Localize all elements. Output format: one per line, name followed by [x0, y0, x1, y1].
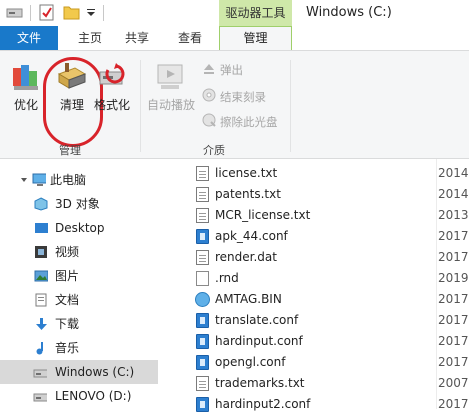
erase-disc-icon — [202, 113, 216, 127]
blank-file-icon — [196, 271, 209, 286]
text-file-icon — [196, 187, 209, 202]
tab-share[interactable]: 共享 — [113, 26, 161, 50]
quick-access-drive-icon[interactable] — [6, 5, 24, 21]
properties-icon[interactable] — [39, 4, 55, 21]
customize-toolbar-icon[interactable] — [85, 6, 97, 18]
file-row[interactable]: hardinput2.conf 2017, — [190, 394, 469, 415]
drive-icon — [33, 369, 47, 378]
drive-icon — [33, 393, 47, 402]
new-folder-icon[interactable] — [63, 4, 80, 20]
tab-view[interactable]: 查看 — [166, 26, 214, 50]
autoplay-button[interactable]: 自动播放 — [144, 96, 198, 113]
finish-burn-icon — [202, 88, 216, 102]
pictures-icon — [34, 270, 48, 282]
video-icon — [35, 246, 47, 258]
toolbar-divider — [30, 5, 31, 21]
format-icon — [99, 63, 125, 85]
optimize-icon — [13, 65, 38, 90]
group-divider — [290, 60, 291, 152]
conf-file-icon — [196, 397, 209, 412]
nav-item-music[interactable]: 音乐 — [0, 336, 158, 360]
nav-item-videos[interactable]: 视频 — [0, 240, 158, 264]
conf-file-icon — [196, 313, 209, 328]
text-file-icon — [196, 208, 209, 223]
nav-item-pictures[interactable]: 图片 — [0, 264, 158, 288]
toolbar-divider — [103, 5, 104, 21]
window-title: Windows (C:) — [306, 5, 392, 20]
file-row[interactable]: hardinput.conf 2017, — [190, 331, 469, 352]
file-row[interactable]: patents.txt 2014, — [190, 184, 469, 205]
file-row[interactable]: translate.conf 2017, — [190, 310, 469, 331]
erase-disc-button[interactable]: 擦除此光盘 — [220, 114, 278, 130]
conf-file-icon — [196, 334, 209, 349]
nav-item-documents[interactable]: 文档 — [0, 288, 158, 312]
nav-item-downloads[interactable]: 下载 — [0, 312, 158, 336]
media-group-label: 介质 — [203, 144, 225, 157]
conf-file-icon — [196, 229, 209, 244]
download-icon — [36, 318, 47, 330]
nav-item-windows-c[interactable]: Windows (C:) — [0, 360, 158, 384]
eject-icon — [204, 64, 214, 74]
nav-item-3d-objects[interactable]: 3D 对象 — [0, 192, 158, 216]
text-file-icon — [196, 166, 209, 181]
file-row[interactable]: AMTAG.BIN 2017, — [190, 289, 469, 310]
3d-objects-icon — [34, 197, 48, 211]
desktop-icon — [35, 223, 48, 233]
file-row[interactable]: opengl.conf 2017, — [190, 352, 469, 373]
nav-item-lenovo-d[interactable]: LENOVO (D:) — [0, 384, 158, 408]
optimize-button[interactable]: 优化 — [8, 96, 44, 113]
conf-file-icon — [196, 355, 209, 370]
file-row[interactable]: trademarks.txt 2007, — [190, 373, 469, 394]
tab-manage[interactable]: 管理 — [219, 26, 292, 50]
file-row[interactable]: license.txt 2014, — [190, 163, 469, 184]
computer-icon — [32, 173, 46, 186]
eject-button[interactable]: 弹出 — [220, 62, 243, 78]
file-row[interactable]: .rnd 2019, — [190, 268, 469, 289]
drive-tools-contextual-tab: 驱动器工具 — [219, 0, 292, 26]
manage-group-label: 管理 — [59, 144, 81, 157]
tab-file[interactable]: 文件 — [0, 26, 58, 50]
tab-home[interactable]: 主页 — [66, 26, 114, 50]
file-row[interactable]: render.dat 2017, — [190, 247, 469, 268]
group-divider — [140, 60, 141, 152]
music-icon — [36, 342, 43, 355]
file-row[interactable]: MCR_license.txt 2013, — [190, 205, 469, 226]
file-row[interactable]: apk_44.conf 2017, — [190, 226, 469, 247]
text-file-icon — [196, 250, 209, 265]
format-button[interactable]: 格式化 — [92, 96, 132, 113]
text-file-icon — [196, 376, 209, 391]
autoplay-icon — [157, 64, 183, 89]
nav-item-this-pc[interactable]: 此电脑 — [0, 168, 158, 192]
bin-file-icon — [195, 292, 210, 307]
finish-burn-button[interactable]: 结束刻录 — [220, 89, 266, 105]
documents-icon — [35, 293, 47, 307]
nav-item-desktop[interactable]: Desktop — [0, 216, 158, 240]
